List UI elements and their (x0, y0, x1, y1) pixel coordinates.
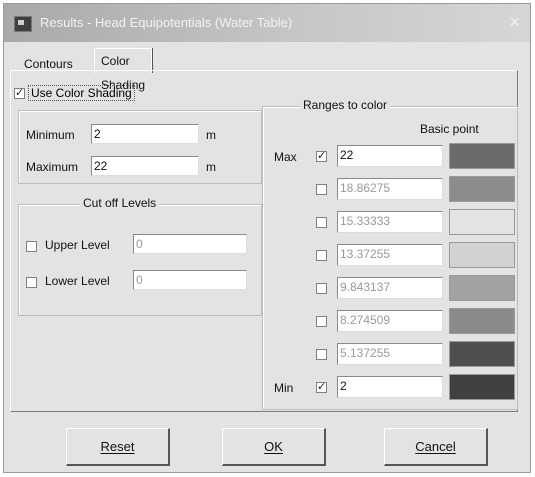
range-row-checkbox[interactable] (316, 149, 327, 162)
upper-level-input[interactable]: 0 (133, 234, 247, 254)
cutoff-levels-group (18, 204, 262, 316)
reset-button-label: Reset (100, 439, 135, 454)
maximum-input[interactable]: 22 (91, 156, 199, 176)
range-row-label: Max (274, 150, 297, 164)
use-color-shading-label: Use Color Shading (28, 85, 135, 101)
upper-level-checkbox-wrap[interactable] (26, 238, 37, 256)
title-bar[interactable]: Results - Head Equipotentials (Water Tab… (4, 4, 530, 42)
ranges-title: Ranges to color (300, 98, 391, 112)
range-row-color-swatch[interactable] (449, 275, 515, 301)
range-row-value-input[interactable]: 22 (337, 145, 443, 167)
basic-point-header: Basic point (420, 122, 479, 136)
ok-button-label: OK (264, 439, 283, 454)
range-row-checkbox[interactable] (316, 217, 327, 228)
reset-button[interactable]: Reset (66, 428, 170, 466)
range-row-color-swatch[interactable] (449, 176, 515, 202)
maximum-label: Maximum (26, 160, 79, 174)
range-row-color-swatch[interactable] (449, 143, 515, 169)
lower-level-input[interactable]: 0 (133, 270, 247, 290)
lower-level-label: Lower Level (45, 274, 110, 288)
range-row-value-input[interactable]: 2 (337, 376, 443, 398)
cutoff-levels-title: Cut off Levels (80, 196, 160, 210)
range-row-checkbox[interactable] (316, 283, 327, 294)
range-row-checkbox[interactable] (316, 316, 327, 327)
app-icon (14, 16, 32, 32)
range-row-color-swatch[interactable] (449, 374, 515, 400)
upper-level-label: Upper Level (45, 238, 110, 252)
range-row-color-swatch[interactable] (449, 209, 515, 235)
close-icon[interactable]: × (509, 12, 520, 33)
use-color-shading-checkbox[interactable] (14, 86, 25, 100)
upper-level-checkbox[interactable] (26, 241, 37, 253)
range-row-value-input[interactable]: 5.137255 (337, 343, 443, 365)
cancel-button-label: Cancel (415, 439, 456, 454)
cancel-button[interactable]: Cancel (384, 428, 488, 466)
maximum-unit: m (206, 160, 216, 174)
range-row-color-swatch[interactable] (449, 341, 515, 367)
range-row-value-input[interactable]: 9.843137 (337, 277, 443, 299)
minimum-input[interactable]: 2 (91, 124, 199, 144)
range-row-color-swatch[interactable] (449, 242, 515, 268)
range-row-label: Min (274, 381, 294, 395)
range-row-checkbox[interactable] (316, 349, 327, 360)
range-row-value-input[interactable]: 18.86275 (337, 178, 443, 200)
ok-button[interactable]: OK (222, 428, 326, 466)
minimum-unit: m (206, 128, 216, 142)
range-row-value-input[interactable]: 13.37255 (337, 244, 443, 266)
range-row-value-input[interactable]: 8.274509 (337, 310, 443, 332)
range-row-color-swatch[interactable] (449, 308, 515, 334)
range-row-checkbox[interactable] (316, 250, 327, 261)
minimum-label: Minimum (26, 128, 75, 142)
range-row-value-input[interactable]: 15.33333 (337, 211, 443, 233)
lower-level-checkbox-wrap[interactable] (26, 274, 37, 292)
window-title: Results - Head Equipotentials (Water Tab… (40, 15, 293, 30)
range-row-checkbox[interactable] (316, 184, 327, 195)
use-color-shading-toggle[interactable]: Use Color Shading (14, 85, 135, 101)
range-row-checkbox[interactable] (316, 380, 327, 393)
lower-level-checkbox[interactable] (26, 277, 37, 289)
